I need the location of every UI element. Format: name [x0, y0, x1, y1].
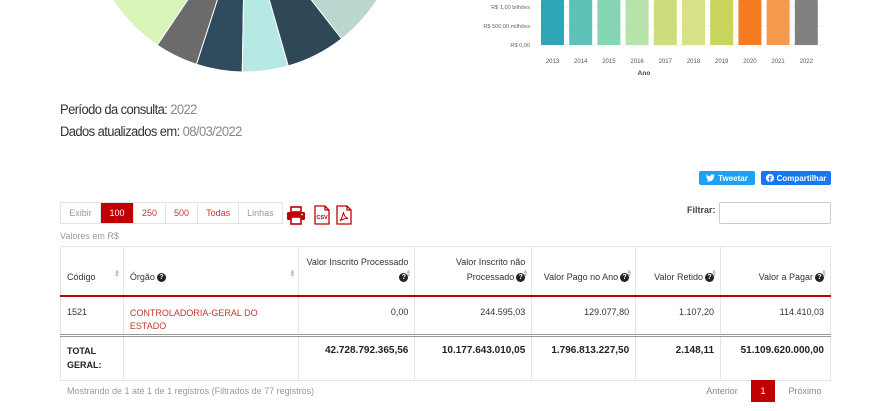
facebook-icon [765, 174, 774, 182]
csv-icon[interactable]: CSV [312, 205, 332, 225]
filter-input[interactable] [719, 202, 831, 224]
header-inscribed-unprocessed[interactable]: Valor Inscrito não Processado? ▲ ▼ [414, 246, 533, 297]
total-label: TOTAL GERAL: [60, 334, 124, 381]
x-tick-label: 2018 [687, 59, 701, 65]
total-paid-year: 1.796.813.227,50 [531, 334, 637, 381]
sort-icon: ▲ ▼ [821, 268, 827, 279]
period-label: Período da consulta: [60, 101, 168, 118]
y-tick-label: R$ 500,00 milhões [483, 24, 530, 30]
bar[interactable] [569, 0, 593, 45]
rows-label: Linhas [247, 208, 274, 218]
filter-label: Filtrar: [687, 205, 716, 215]
cell-withheld: 1.107,20 [635, 295, 722, 336]
cell-inscribed-unprocessed: 244.595,03 [414, 295, 533, 336]
x-tick-label: 2015 [602, 59, 616, 65]
table-header-row: Código ▲ ▼ Órgão? ▲ ▼ Valor Inscrito Proce… [60, 246, 831, 297]
tweet-label: Tweetar [718, 173, 748, 183]
tweet-button[interactable]: Tweetar [699, 171, 755, 185]
x-tick-label: 2020 [743, 59, 757, 65]
sort-icon: ▲ ▼ [405, 268, 412, 279]
svg-text:CSV: CSV [316, 215, 328, 221]
table-row: 1521 CONTROLADORIA-GERAL DO ESTADO 0,00 … [60, 295, 831, 336]
y-tick-label: R$ 0,00 [510, 43, 530, 49]
show-label: Exibir [61, 203, 101, 223]
total-empty [122, 334, 300, 381]
rows-option-all[interactable]: Todas [198, 203, 240, 223]
cell-organ-link[interactable]: CONTROLADORIA-GERAL DO ESTADO [122, 295, 300, 336]
x-axis-label: Ano [638, 70, 651, 77]
help-icon: ? [156, 273, 166, 283]
rows-option-500[interactable]: 500 [166, 203, 199, 223]
x-tick-label: 2014 [574, 59, 588, 65]
x-tick-label: 2013 [546, 59, 560, 65]
values-note: Valores em R$ [60, 231, 119, 241]
facebook-share-button[interactable]: Compartilhar [761, 171, 831, 185]
bar[interactable] [794, 0, 818, 45]
rows-per-page-selector: Exibir 100 250 500 Todas Linhas [60, 202, 283, 224]
table-total-row: TOTAL GERAL: 42.728.792.365,56 10.177.64… [60, 334, 831, 381]
x-tick-label: 2017 [659, 59, 673, 65]
bar[interactable] [738, 0, 762, 45]
sort-icon: ▲ ▼ [626, 268, 633, 279]
sort-icon: ▲ ▼ [113, 268, 120, 279]
sort-icon: ▲ ▼ [711, 268, 718, 279]
bar[interactable] [710, 0, 734, 45]
print-icon[interactable] [286, 205, 306, 225]
y-tick-label: R$ 1,00 bilhões [491, 5, 530, 11]
bar[interactable] [653, 0, 677, 45]
results-info: Mostrando de 1 até 1 de 1 registros (Fil… [67, 386, 315, 396]
twitter-icon [706, 174, 716, 182]
updated-info: Dados atualizados em: 08/03/2022 [60, 124, 242, 140]
header-withheld[interactable]: Valor Retido? ▲ ▼ [635, 246, 722, 297]
pie-chart [112, 0, 378, 73]
cell-code: 1521 [60, 295, 124, 336]
rows-option-250[interactable]: 250 [134, 203, 167, 223]
pdf-icon[interactable] [334, 205, 354, 225]
total-withheld: 2.148,11 [635, 334, 722, 381]
header-organ[interactable]: Órgão? ▲ ▼ [122, 246, 300, 297]
header-code[interactable]: Código ▲ ▼ [60, 246, 124, 297]
header-paid-year[interactable]: Valor Pago no Ano? ▲ ▼ [531, 246, 637, 297]
period-info: Período da consulta: 2022 [60, 102, 197, 118]
total-to-pay: 51.109.620.000,00 [720, 334, 831, 381]
bar[interactable] [766, 0, 790, 45]
share-label: Compartilhar [776, 173, 827, 183]
bar[interactable] [682, 0, 705, 45]
sort-icon: ▲ ▼ [289, 268, 296, 279]
bar[interactable] [541, 0, 564, 45]
rows-option-100[interactable]: 100 [101, 203, 134, 223]
bar[interactable] [625, 0, 649, 45]
period-value: 2022 [170, 101, 197, 118]
header-to-pay[interactable]: Valor a Pagar? ▲ ▼ [720, 246, 831, 297]
updated-label: Dados atualizados em: [60, 123, 180, 140]
total-inscribed-processed: 42.728.792.365,56 [298, 334, 416, 381]
x-tick-label: 2016 [630, 59, 644, 65]
cell-to-pay: 114.410,03 [720, 295, 831, 336]
bar[interactable] [597, 0, 621, 45]
data-table: Código ▲ ▼ Órgão? ▲ ▼ Valor Inscrito Proce… [60, 246, 831, 381]
total-inscribed-unprocessed: 10.177.643.010,05 [414, 334, 533, 381]
page-1-button[interactable]: 1 [751, 380, 775, 402]
header-inscribed-processed[interactable]: Valor Inscrito Processado? ▲ ▼ [298, 246, 416, 297]
sort-icon: ▲ ▼ [522, 268, 529, 279]
x-tick-label: 2019 [715, 59, 729, 65]
next-page-button[interactable]: Próximo [780, 380, 830, 402]
previous-page-button[interactable]: Anterior [698, 380, 746, 402]
updated-value: 08/03/2022 [182, 123, 243, 140]
cell-paid-year: 129.077,80 [531, 295, 637, 336]
x-tick-label: 2021 [771, 59, 785, 65]
x-tick-label: 2022 [800, 59, 814, 65]
cell-inscribed-processed: 0,00 [298, 295, 416, 336]
bar-chart: R$ 1,00 bilhões R$ 500,00 milhões R$ 0,00 2… [483, 0, 825, 77]
